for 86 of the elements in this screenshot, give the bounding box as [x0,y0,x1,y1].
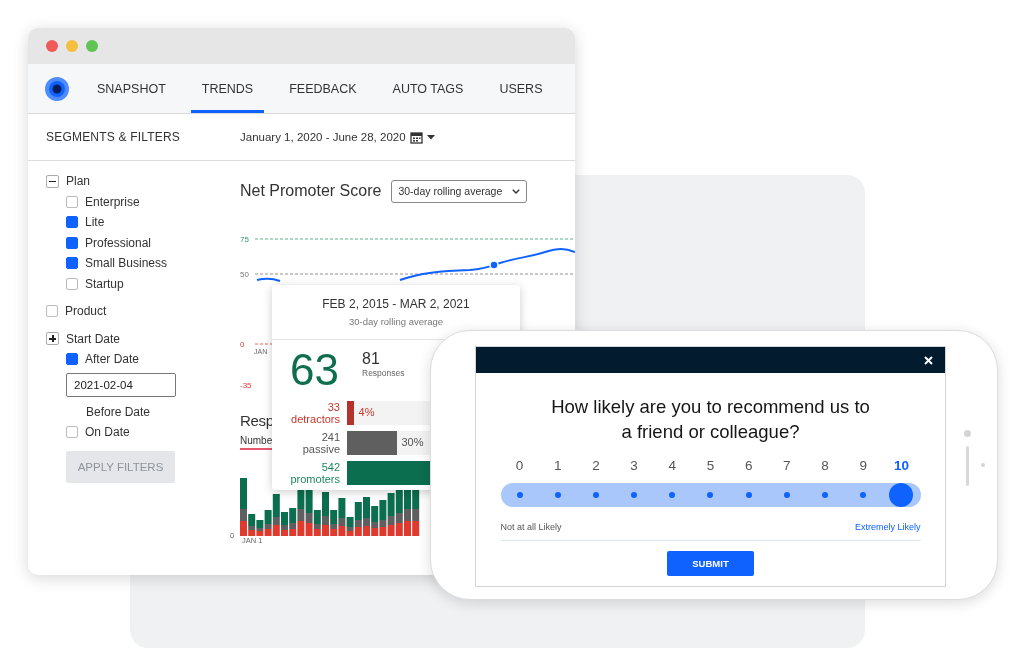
axis-label: 75 [240,235,249,244]
nps-score: 63 [290,348,340,392]
checkbox[interactable] [66,426,78,439]
scale-number[interactable]: 8 [821,458,829,478]
axis-label: -35 [240,381,252,390]
checkbox[interactable] [66,195,78,208]
checkbox-label: On Date [85,425,130,440]
date-range[interactable]: January 1, 2020 - June 28, 2020 [240,131,406,143]
calendar-icon [409,130,423,144]
section-title: Resp [240,412,274,429]
trend-line [256,277,281,282]
group-label: Plan [66,174,91,189]
segment-count: 33 [327,401,340,413]
tooltip-date-range: FEB 2, 2015 - MAR 2, 2021 [322,297,470,311]
scale-number[interactable]: 7 [783,458,791,478]
collapse-icon[interactable] [46,174,59,188]
checkbox-label: Small Business [85,256,168,271]
sensor-dot [981,463,985,467]
tooltip-subtitle: 30-day rolling average [349,316,443,327]
scale-dot[interactable] [631,492,638,498]
checkbox-label: After Date [85,352,140,367]
rolling-average-dropdown[interactable]: 30-day rolling average [391,179,528,203]
scale-number[interactable]: 10 [893,458,909,478]
segment-label: promoters [290,473,340,485]
checkbox[interactable] [66,216,78,229]
logo-icon [45,76,69,101]
checkbox[interactable] [66,277,78,290]
panel-title: SEGMENTS & FILTERS [45,130,182,144]
chevron-icon [512,188,521,194]
checkbox[interactable] [66,257,78,270]
nav-tab[interactable]: AUTO TAGS [381,64,475,113]
checkbox-label: Product [65,304,107,319]
close-icon[interactable] [924,355,933,365]
scale-dot[interactable] [822,492,829,498]
scale-number[interactable]: 2 [592,458,600,478]
nav-tab[interactable]: SNAPSHOT [86,64,177,113]
caret-icon[interactable] [426,134,435,140]
camera-dot [964,430,971,437]
nav-tab[interactable]: FEEDBACK [278,64,368,113]
scale-number[interactable]: 4 [668,458,677,478]
checkbox[interactable] [66,353,78,366]
scale-low-label: Not at all Likely [500,522,562,532]
scale-number[interactable]: 9 [859,458,867,478]
scale-number[interactable]: 0 [515,458,524,478]
checkbox-label: Professional [85,235,152,250]
scale-dot[interactable] [707,492,714,498]
scale-number[interactable]: 1 [554,458,562,478]
scale-number[interactable]: 5 [706,458,715,478]
submit-button[interactable]: SUBMIT [667,551,754,576]
segment-label: detractors [291,413,340,425]
scale-number[interactable]: 6 [744,458,753,478]
scale-number[interactable]: 3 [630,458,638,478]
checkbox[interactable] [66,236,78,249]
segment-percent: 4% [358,406,375,418]
nav-tab[interactable]: TRENDS [190,64,265,113]
checkbox[interactable] [46,305,58,318]
axis-label: 0 [240,340,245,349]
response-label: Responses [362,368,405,378]
zoom-light[interactable] [86,40,98,52]
checkbox-label: Enterprise [85,194,140,209]
survey-question: How likely are you to recommend us to a friend or colleague? [550,395,871,444]
scale-high-label: Extremely Likely [854,522,921,532]
scale-dot[interactable] [745,492,752,498]
chart-title: Net Promoter Score [240,182,382,200]
date-field[interactable]: 2021-02-04 [66,372,176,397]
segment-percent: 30% [401,436,424,448]
scale-dot[interactable] [860,492,867,498]
axis-label: 50 [240,270,249,279]
checkbox-label: Startup [85,276,124,291]
expand-icon[interactable] [46,332,59,346]
close-light[interactable] [46,40,58,52]
scale-dot[interactable] [516,492,523,498]
segment-count: 542 [321,461,340,473]
scale-dot[interactable] [554,492,561,498]
scale-dot[interactable] [592,492,599,498]
scale-dot[interactable] [669,492,676,498]
point-marker [489,260,499,270]
scale-knob[interactable] [889,483,914,507]
nav-tab[interactable]: USERS [488,64,554,113]
group-label: Start Date [66,331,121,346]
segment-count: 241 [321,431,340,443]
scale-dot[interactable] [783,492,790,498]
segment-label: passive [302,443,340,455]
checkbox-label: Lite [85,215,105,230]
response-count: 81 [362,350,381,368]
option-label: Before Date [86,404,151,419]
